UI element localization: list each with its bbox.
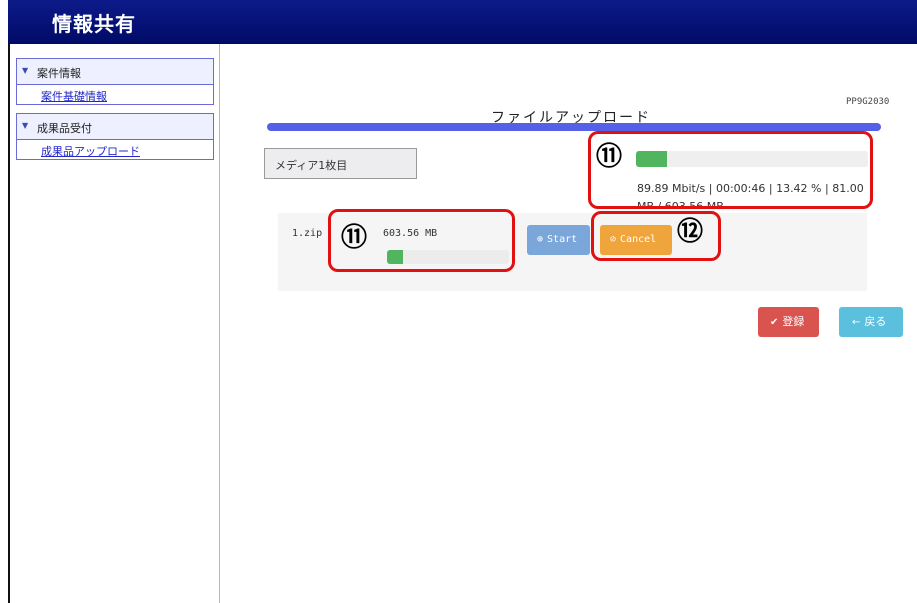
sidebar-item-project-basic-info: 案件基礎情報 — [16, 85, 214, 105]
title-divider — [267, 123, 881, 131]
screen-id: PP9G2030 — [846, 97, 890, 107]
register-button[interactable]: ✔ 登録 — [758, 307, 819, 337]
arrow-left-icon: ← — [852, 317, 861, 328]
sidebar-section-label: 成果品受付 — [37, 122, 92, 135]
annotation-number-11: ⑪ — [341, 223, 368, 253]
annotation-number-12: ⑫ — [677, 217, 704, 247]
upload-circle-icon: ⊕ — [537, 234, 544, 245]
main-content: PP9G2030 ファイルアップロード メディア1枚目 89.89 Mbit/s… — [221, 44, 917, 603]
sidebar-link-project-basic-info[interactable]: 案件基礎情報 — [41, 88, 107, 104]
start-button[interactable]: ⊕ Start — [527, 225, 590, 255]
app-title: 情報共有 — [52, 12, 136, 36]
annotation-box-overall-progress — [588, 131, 873, 209]
app-header: 情報共有 — [8, 0, 917, 44]
annotation-number-11: ⑪ — [596, 142, 623, 172]
media-label: メディア1枚目 — [275, 159, 348, 172]
sidebar-section-label: 案件情報 — [37, 67, 81, 80]
sidebar-section-deliverable-receipt[interactable]: ▼ 成果品受付 — [16, 113, 214, 140]
check-icon: ✔ — [770, 317, 779, 328]
chevron-down-icon: ▼ — [22, 66, 29, 75]
file-name: 1.zip — [292, 228, 323, 239]
register-button-label: 登録 — [782, 315, 805, 328]
sidebar-item-deliverable-upload: 成果品アップロード — [16, 140, 214, 160]
chevron-down-icon: ▼ — [22, 121, 29, 130]
sidebar: ▼ 案件情報 案件基礎情報 ▼ 成果品受付 成果品アップロード — [10, 44, 220, 603]
back-button[interactable]: ← 戻る — [839, 307, 903, 337]
start-button-label: Start — [547, 234, 578, 245]
media-label-box: メディア1枚目 — [264, 148, 417, 179]
sidebar-section-project-info[interactable]: ▼ 案件情報 — [16, 58, 214, 85]
sidebar-link-deliverable-upload[interactable]: 成果品アップロード — [41, 143, 140, 159]
back-button-label: 戻る — [864, 315, 887, 328]
